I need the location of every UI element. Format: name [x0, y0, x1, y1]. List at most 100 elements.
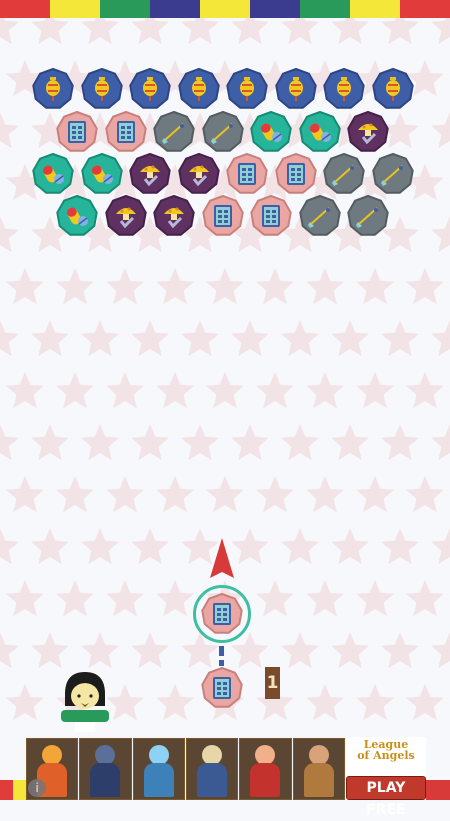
- bubble-grey[interactable]: [371, 152, 415, 196]
- background-star: [0, 424, 19, 461]
- play-free-button[interactable]: PLAY FREE: [345, 776, 426, 818]
- mushroom-icon: [347, 110, 389, 152]
- top-bar-segment: [400, 0, 450, 18]
- lantern-icon: [177, 67, 220, 109]
- bubble-purple[interactable]: [177, 152, 221, 196]
- calendar-icon: [226, 152, 268, 194]
- background-star: [431, 18, 450, 45]
- background-star: [431, 216, 450, 253]
- background-star: [181, 424, 219, 461]
- background-star: [256, 580, 294, 617]
- bubble-pink[interactable]: [249, 194, 293, 238]
- bubble-pink[interactable]: [225, 152, 269, 196]
- background-star: [406, 476, 444, 513]
- background-star: [106, 268, 144, 305]
- bubble-blue[interactable]: [322, 67, 366, 111]
- bubble-grey[interactable]: [322, 152, 366, 196]
- ad-hero-dark-knight[interactable]: [79, 738, 132, 800]
- background-star: [31, 18, 69, 45]
- bubble-blue[interactable]: [128, 67, 172, 111]
- background-star: [281, 320, 319, 357]
- ad-brand[interactable]: League of Angels PLAY FREE: [345, 737, 426, 818]
- calendar-icon: [250, 194, 292, 236]
- bubble-pink[interactable]: [274, 152, 318, 196]
- bubble-green[interactable]: [55, 194, 99, 238]
- background-star: [6, 684, 44, 721]
- background-star: [306, 372, 344, 409]
- lantern-icon: [274, 67, 317, 109]
- top-bar-segment: [150, 0, 200, 18]
- background-star: [431, 320, 450, 357]
- bubble-blue[interactable]: [274, 67, 318, 111]
- background-star: [331, 632, 369, 669]
- background-star: [281, 528, 319, 565]
- bubble-pink[interactable]: [55, 110, 99, 154]
- bubble-grey[interactable]: [201, 110, 245, 154]
- bubble-pink[interactable]: [104, 110, 148, 154]
- mushroom-icon: [177, 152, 220, 194]
- ad-banner[interactable]: League of Angels PLAY FREE: [26, 737, 426, 818]
- ad-hero-ice[interactable]: [132, 738, 185, 800]
- background-star: [106, 372, 144, 409]
- bubble-green[interactable]: [249, 110, 293, 154]
- ad-info-icon[interactable]: i: [28, 779, 46, 797]
- calendar-icon: [201, 592, 243, 634]
- background-star: [181, 320, 219, 357]
- bubble-grey[interactable]: [346, 194, 390, 238]
- bubble-purple[interactable]: [346, 110, 390, 154]
- calendar-icon: [274, 152, 317, 194]
- top-bar-segment: [250, 0, 300, 18]
- background-star: [0, 112, 19, 149]
- bubble-green[interactable]: [31, 152, 75, 196]
- background-star: [281, 424, 319, 461]
- bubble-green[interactable]: [80, 152, 124, 196]
- background-star: [6, 372, 44, 409]
- background-star: [406, 372, 444, 409]
- lantern-icon: [80, 67, 123, 109]
- ad-hero-archer[interactable]: [185, 738, 239, 800]
- ad-hero-red-warrior[interactable]: [239, 738, 292, 800]
- bubble-purple[interactable]: [152, 194, 196, 238]
- background-star: [56, 268, 94, 305]
- broom-icon: [347, 194, 389, 236]
- background-star: [156, 372, 194, 409]
- background-star: [6, 580, 44, 617]
- pill-icon: [80, 152, 123, 194]
- background-star: [406, 684, 444, 721]
- background-star: [181, 18, 219, 45]
- bubble-grey[interactable]: [152, 110, 196, 154]
- bubble-blue[interactable]: [177, 67, 221, 111]
- background-star: [0, 216, 19, 253]
- bubble-blue[interactable]: [31, 67, 75, 111]
- background-star: [256, 372, 294, 409]
- bubble-blue[interactable]: [80, 67, 124, 111]
- background-star: [406, 580, 444, 617]
- calendar-icon: [56, 110, 98, 152]
- bubble-green[interactable]: [298, 110, 342, 154]
- top-bar-segment: [50, 0, 100, 18]
- bubble-grey[interactable]: [298, 194, 342, 238]
- background-star: [231, 528, 269, 565]
- aim-arrow-icon[interactable]: [208, 538, 236, 582]
- background-star: [231, 424, 269, 461]
- mushroom-icon: [129, 152, 171, 194]
- bubble-purple[interactable]: [104, 194, 148, 238]
- pill-icon: [298, 110, 341, 152]
- bubble-purple[interactable]: [128, 152, 172, 196]
- lantern-icon: [32, 67, 74, 109]
- background-star: [31, 528, 69, 565]
- ad-hero-monk[interactable]: [292, 738, 345, 800]
- next-bubble[interactable]: [200, 666, 244, 710]
- bubble-blue[interactable]: [225, 67, 269, 111]
- background-star: [306, 476, 344, 513]
- background-star: [6, 268, 44, 305]
- top-color-bar: [0, 0, 450, 18]
- broom-icon: [371, 152, 414, 194]
- bubble-blue[interactable]: [371, 67, 415, 111]
- bubble-pink[interactable]: [201, 194, 245, 238]
- background-star: [31, 632, 69, 669]
- background-star: [156, 476, 194, 513]
- current-bubble[interactable]: [200, 592, 244, 636]
- background-star: [431, 528, 450, 565]
- pill-icon: [56, 194, 98, 236]
